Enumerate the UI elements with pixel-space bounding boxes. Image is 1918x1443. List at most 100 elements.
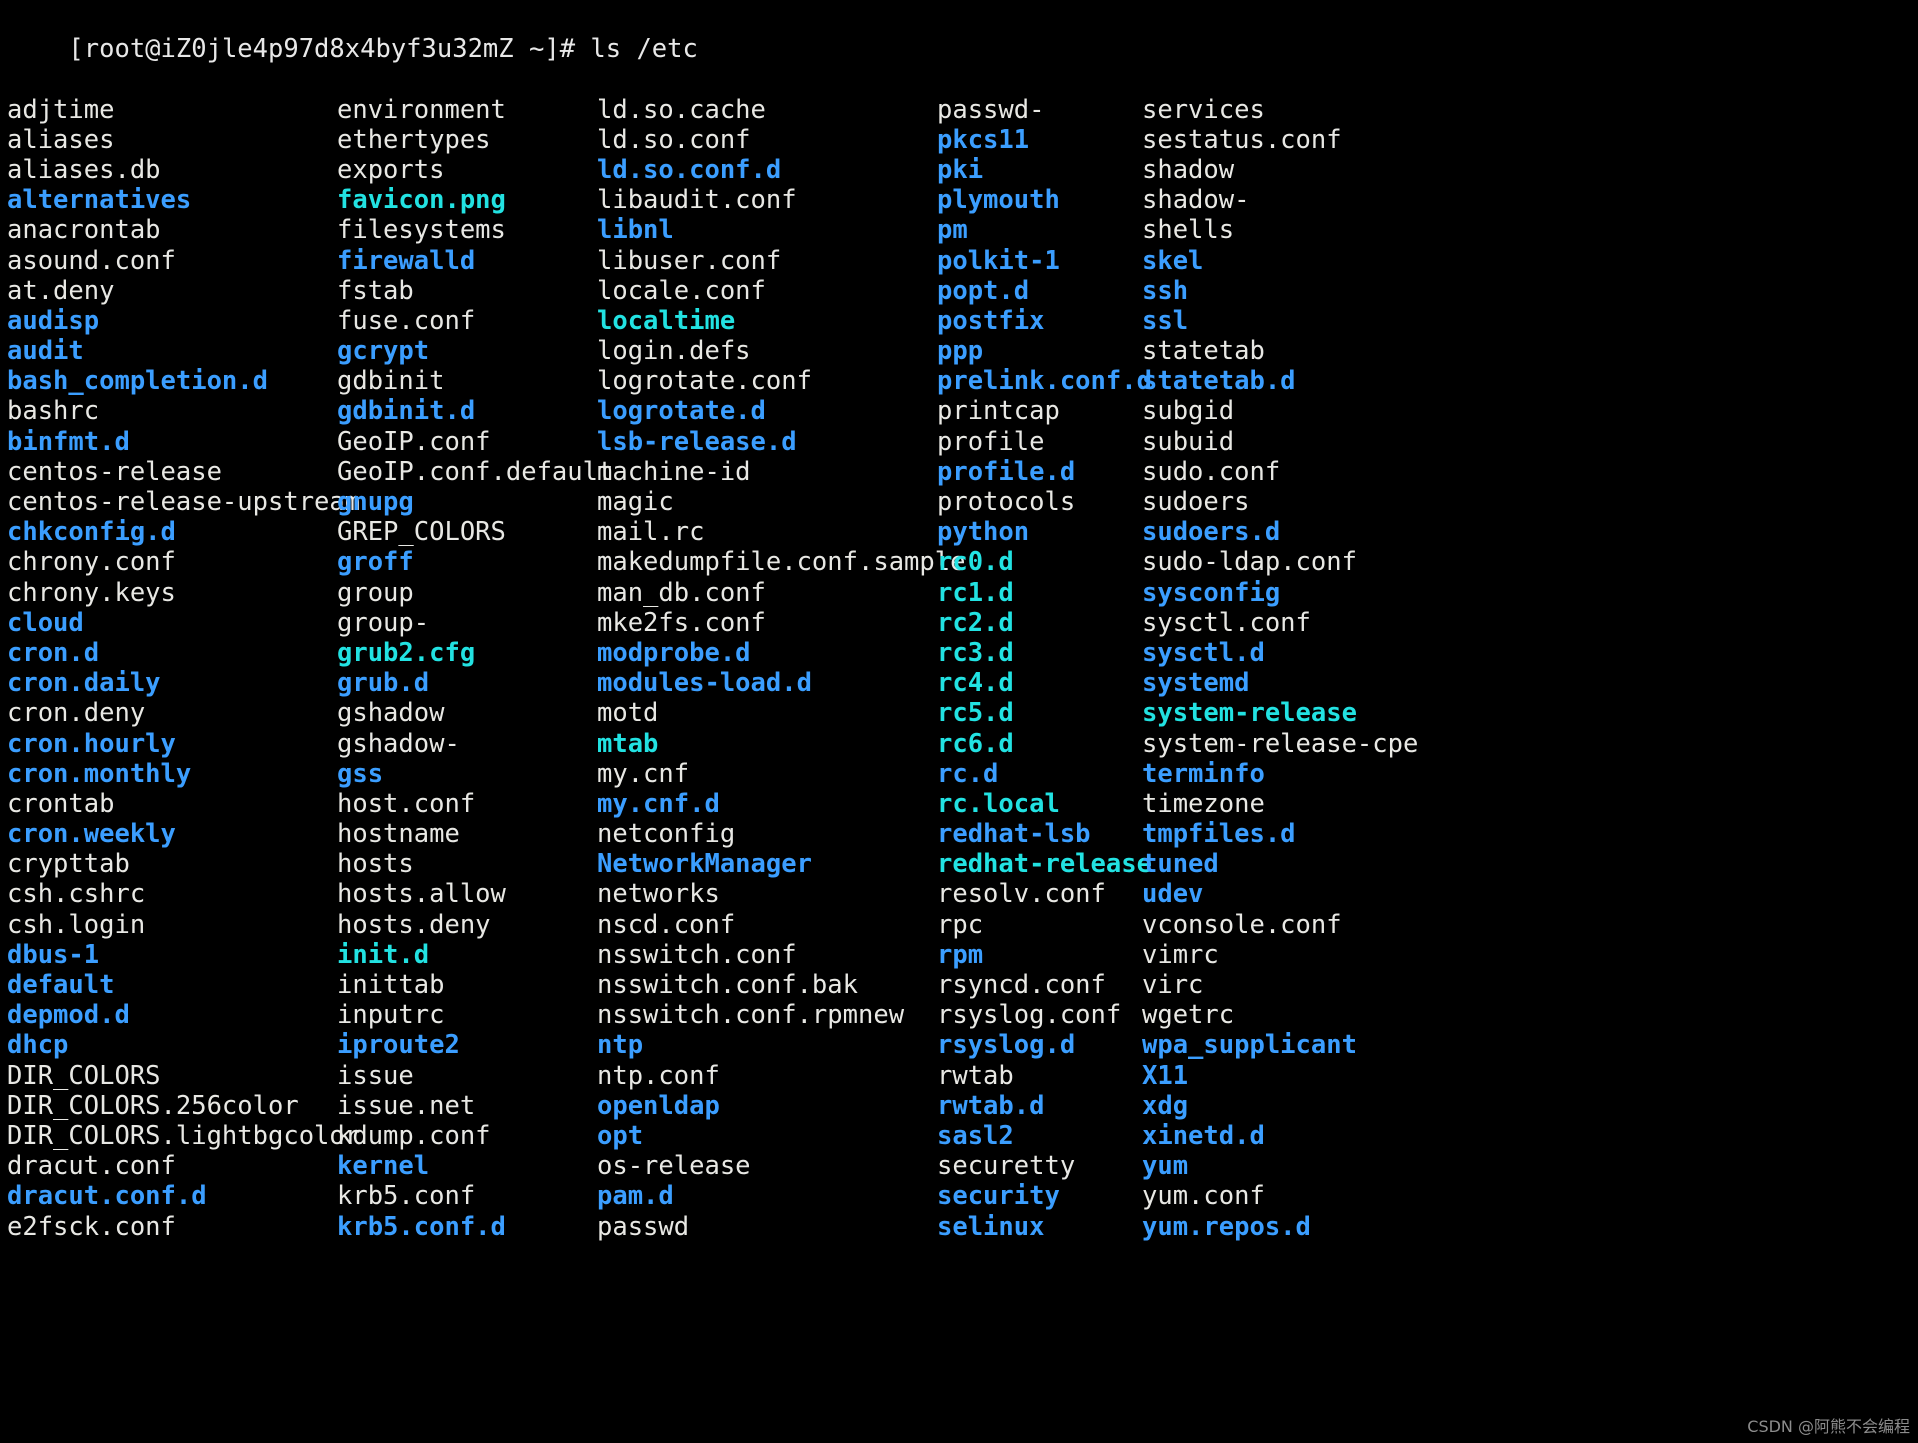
listing-entry: issue.net (337, 1090, 476, 1121)
listing-entry: resolv.conf (937, 879, 1106, 910)
listing-entry: default (7, 970, 115, 1001)
listing-entry: gss (337, 758, 384, 789)
listing-entry: yum.conf (1142, 1181, 1265, 1212)
listing-entry: wgetrc (1142, 1000, 1235, 1031)
listing-entry: grub.d (337, 668, 430, 699)
listing-entry: csh.login (7, 909, 146, 940)
listing-entry: logrotate.conf (597, 366, 812, 397)
listing-entry: gshadow- (337, 728, 460, 759)
listing-entry: shells (1142, 215, 1235, 246)
listing-entry: statetab (1142, 336, 1265, 367)
listing-entry: rpm (937, 939, 984, 970)
listing-entry: sestatus.conf (1142, 124, 1342, 155)
listing-entry: profile.d (937, 456, 1076, 487)
listing-entry: redhat-lsb (937, 819, 1091, 850)
listing-entry: openldap (597, 1090, 720, 1121)
listing-entry: cron.deny (7, 698, 146, 729)
listing-entry: opt (597, 1120, 644, 1151)
directory-listing: adjtime aliases aliases.db alternatives anac… (4, 95, 1918, 1242)
listing-entry: shadow (1142, 154, 1235, 185)
listing-entry: gcrypt (337, 336, 430, 367)
listing-entry: hosts (337, 849, 414, 880)
listing-entry: X11 (1142, 1060, 1189, 1091)
listing-entry: rc0.d (937, 547, 1014, 578)
listing-entry: machine-id (597, 456, 751, 487)
listing-entry: statetab.d (1142, 366, 1296, 397)
listing-entry: skel (1142, 245, 1204, 276)
listing-entry: passwd- (937, 94, 1045, 125)
listing-entry: inittab (337, 970, 445, 1001)
listing-entry: nsswitch.conf (597, 939, 797, 970)
listing-entry: NetworkManager (597, 849, 812, 880)
listing-entry: iproute2 (337, 1030, 460, 1061)
listing-entry: chrony.conf (7, 547, 176, 578)
listing-entry: profile (937, 426, 1045, 457)
listing-entry: audit (7, 336, 84, 367)
column-1: adjtime aliases aliases.db alternatives anac… (7, 95, 361, 1242)
listing-entry: dracut.conf (7, 1151, 176, 1182)
listing-entry: at.deny (7, 275, 115, 306)
listing-entry: ntp (597, 1030, 644, 1061)
listing-entry: host.conf (337, 788, 476, 819)
shell-prompt-line: [root@iZ0jle4p97d8x4byf3u32mZ ~]# ls /et… (4, 4, 1918, 95)
listing-entry: sudoers (1142, 487, 1250, 518)
listing-entry: pkcs11 (937, 124, 1030, 155)
listing-entry: audisp (7, 305, 100, 336)
listing-entry: nscd.conf (597, 909, 736, 940)
listing-entry: rc2.d (937, 607, 1014, 638)
listing-entry: rc1.d (937, 577, 1014, 608)
listing-entry: dhcp (7, 1030, 69, 1061)
listing-entry: sudo-ldap.conf (1142, 547, 1357, 578)
listing-entry: anacrontab (7, 215, 161, 246)
listing-entry: rsyslog.d (937, 1030, 1076, 1061)
listing-entry: ld.so.cache (597, 94, 766, 125)
listing-entry: rc5.d (937, 698, 1014, 729)
listing-entry: lsb-release.d (597, 426, 797, 457)
listing-entry: udev (1142, 879, 1204, 910)
listing-entry: hosts.deny (337, 909, 491, 940)
listing-entry: gdbinit.d (337, 396, 476, 427)
listing-entry: locale.conf (597, 275, 766, 306)
listing-entry: kdump.conf (337, 1120, 491, 1151)
listing-entry: rsyslog.conf (937, 1000, 1122, 1031)
listing-entry: securetty (937, 1151, 1076, 1182)
listing-entry: GeoIP.conf.default (337, 456, 614, 487)
listing-entry: passwd (597, 1211, 690, 1242)
listing-entry: DIR_COLORS.lightbgcolor (7, 1120, 361, 1151)
listing-entry: cron.daily (7, 668, 161, 699)
listing-entry: firewalld (337, 245, 476, 276)
listing-entry: tmpfiles.d (1142, 819, 1296, 850)
listing-entry: motd (597, 698, 659, 729)
listing-entry: libaudit.conf (597, 185, 797, 216)
listing-entry: prelink.conf.d (937, 366, 1152, 397)
listing-entry: libuser.conf (597, 245, 782, 276)
listing-entry: sudo.conf (1142, 456, 1281, 487)
listing-entry: cron.weekly (7, 819, 176, 850)
listing-entry: sudoers.d (1142, 517, 1281, 548)
listing-entry: environment (337, 94, 506, 125)
listing-entry: crontab (7, 788, 115, 819)
listing-entry: subgid (1142, 396, 1235, 427)
listing-entry: rc6.d (937, 728, 1014, 759)
listing-entry: cloud (7, 607, 84, 638)
listing-entry: virc (1142, 970, 1204, 1001)
listing-entry: e2fsck.conf (7, 1211, 176, 1242)
listing-entry: ssh (1142, 275, 1189, 306)
listing-entry: chkconfig.d (7, 517, 176, 548)
listing-entry: modules-load.d (597, 668, 812, 699)
listing-entry: cron.monthly (7, 758, 192, 789)
listing-entry: xinetd.d (1142, 1120, 1265, 1151)
listing-entry: printcap (937, 396, 1060, 427)
listing-entry: pki (937, 154, 984, 185)
listing-entry: networks (597, 879, 720, 910)
listing-entry: nsswitch.conf.bak (597, 970, 858, 1001)
listing-entry: hostname (337, 819, 460, 850)
listing-entry: tuned (1142, 849, 1219, 880)
listing-entry: python (937, 517, 1030, 548)
listing-entry: wpa_supplicant (1142, 1030, 1357, 1061)
listing-entry: dracut.conf.d (7, 1181, 207, 1212)
listing-entry: selinux (937, 1211, 1045, 1242)
terminal-window[interactable]: [root@iZ0jle4p97d8x4byf3u32mZ ~]# ls /et… (0, 0, 1918, 1443)
listing-entry: ld.so.conf (597, 124, 751, 155)
listing-entry: rpc (937, 909, 984, 940)
